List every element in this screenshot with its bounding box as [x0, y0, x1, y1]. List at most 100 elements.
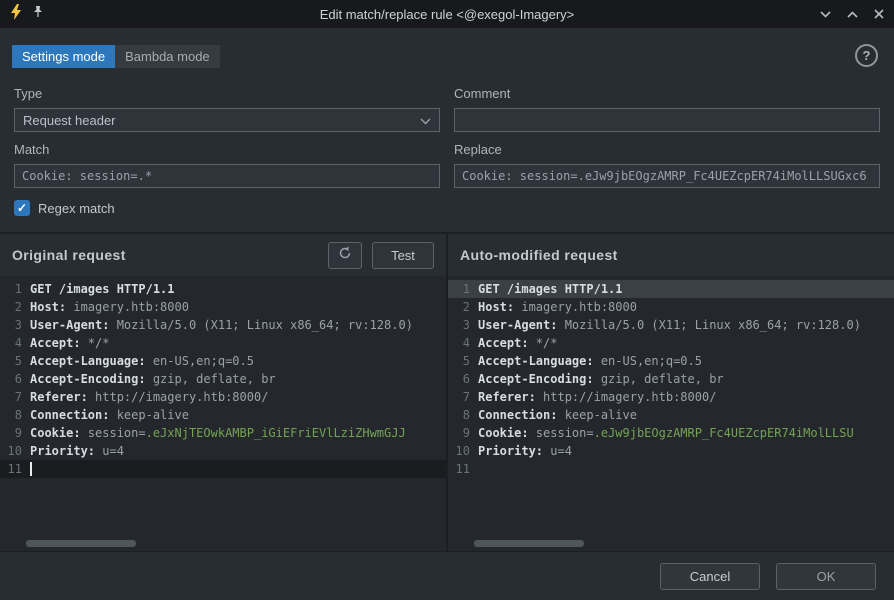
dialog-title: Edit match/replace rule <@exegol-Imagery… [0, 7, 894, 22]
match-input[interactable] [14, 164, 440, 188]
lightning-bolt-icon [10, 4, 22, 25]
line-content: User-Agent: Mozilla/5.0 (X11; Linux x86_… [478, 318, 894, 332]
cancel-button[interactable]: Cancel [660, 563, 760, 590]
request-line: 7Referer: http://imagery.htb:8000/ [0, 388, 446, 406]
request-line: 2Host: imagery.htb:8000 [448, 298, 894, 316]
line-number: 10 [0, 444, 30, 458]
line-number: 8 [448, 408, 478, 422]
request-line: 3User-Agent: Mozilla/5.0 (X11; Linux x86… [0, 316, 446, 334]
pin-icon[interactable] [32, 5, 44, 23]
test-button[interactable]: Test [372, 242, 434, 269]
regex-match-row: ✓ Regex match [0, 200, 894, 216]
line-number: 5 [448, 354, 478, 368]
comment-label: Comment [454, 86, 880, 101]
request-line: 9Cookie: session=.eJxNjTEOwkAMBP_iGiEFri… [0, 424, 446, 442]
modified-request-header: Auto-modified request [448, 234, 894, 276]
line-number: 4 [448, 336, 478, 350]
line-content: Cookie: session=.eJxNjTEOwkAMBP_iGiEFriE… [30, 426, 446, 440]
line-content: Cookie: session=.eJw9jbEOgzAMRP_Fc4UEZcp… [478, 426, 894, 440]
original-request-pane: Original request Test 1GET /images HTTP/… [0, 234, 448, 551]
request-line: 10Priority: u=4 [0, 442, 446, 460]
request-line: 4Accept: */* [448, 334, 894, 352]
line-content: Accept-Language: en-US,en;q=0.5 [30, 354, 446, 368]
line-content: Priority: u=4 [478, 444, 894, 458]
request-line: 8Connection: keep-alive [448, 406, 894, 424]
line-number: 9 [0, 426, 30, 440]
regex-match-checkbox[interactable]: ✓ [14, 200, 30, 216]
request-line: 8Connection: keep-alive [0, 406, 446, 424]
modified-request-editor[interactable]: 1GET /images HTTP/1.12Host: imagery.htb:… [448, 276, 894, 537]
chevron-down-icon[interactable] [820, 11, 831, 18]
match-field: Match [14, 142, 440, 188]
line-number: 11 [448, 462, 478, 476]
original-request-editor[interactable]: 1GET /images HTTP/1.12Host: imagery.htb:… [0, 276, 446, 537]
line-number: 10 [448, 444, 478, 458]
request-line: 11 [448, 460, 894, 478]
replace-label: Replace [454, 142, 880, 157]
rule-form: Type Request header Comment Match Replac… [0, 86, 894, 188]
line-number: 11 [0, 462, 30, 476]
request-line: 5Accept-Language: en-US,en;q=0.5 [0, 352, 446, 370]
line-content: Host: imagery.htb:8000 [30, 300, 446, 314]
line-number: 6 [0, 372, 30, 386]
original-hscrollbar [0, 537, 446, 551]
request-line: 10Priority: u=4 [448, 442, 894, 460]
line-content: Priority: u=4 [30, 444, 446, 458]
line-number: 6 [448, 372, 478, 386]
line-number: 2 [448, 300, 478, 314]
titlebar: Edit match/replace rule <@exegol-Imagery… [0, 0, 894, 28]
request-line: 3User-Agent: Mozilla/5.0 (X11; Linux x86… [448, 316, 894, 334]
request-line: 5Accept-Language: en-US,en;q=0.5 [448, 352, 894, 370]
modified-request-pane: Auto-modified request 1GET /images HTTP/… [448, 234, 894, 551]
tab-settings-mode[interactable]: Settings mode [12, 45, 115, 68]
line-number: 2 [0, 300, 30, 314]
line-number: 8 [0, 408, 30, 422]
modified-request-title: Auto-modified request [460, 247, 882, 263]
request-line: 6Accept-Encoding: gzip, deflate, br [0, 370, 446, 388]
ok-button[interactable]: OK [776, 563, 876, 590]
tab-bambda-mode[interactable]: Bambda mode [115, 45, 220, 68]
request-line: 2Host: imagery.htb:8000 [0, 298, 446, 316]
line-number: 9 [448, 426, 478, 440]
type-select-value: Request header [23, 113, 116, 128]
line-content: Referer: http://imagery.htb:8000/ [478, 390, 894, 404]
line-content: Accept: */* [478, 336, 894, 350]
chevron-up-icon[interactable] [847, 11, 858, 18]
line-content: User-Agent: Mozilla/5.0 (X11; Linux x86_… [30, 318, 446, 332]
type-select[interactable]: Request header [14, 108, 440, 132]
line-content: Accept-Encoding: gzip, deflate, br [30, 372, 446, 386]
request-line: 4Accept: */* [0, 334, 446, 352]
request-line: 9Cookie: session=.eJw9jbEOgzAMRP_Fc4UEZc… [448, 424, 894, 442]
refresh-icon [338, 246, 352, 265]
modified-hscrollbar-thumb[interactable] [474, 540, 584, 547]
line-number: 7 [448, 390, 478, 404]
request-line: 6Accept-Encoding: gzip, deflate, br [448, 370, 894, 388]
line-number: 4 [0, 336, 30, 350]
comment-input[interactable] [454, 108, 880, 132]
original-request-title: Original request [12, 247, 318, 263]
line-content: GET /images HTTP/1.1 [478, 282, 894, 296]
line-content [30, 462, 446, 477]
line-number: 5 [0, 354, 30, 368]
line-content: Accept: */* [30, 336, 446, 350]
line-content: Host: imagery.htb:8000 [478, 300, 894, 314]
request-line: 1GET /images HTTP/1.1 [448, 280, 894, 298]
comment-field: Comment [454, 86, 880, 132]
line-number: 3 [448, 318, 478, 332]
line-number: 7 [0, 390, 30, 404]
text-caret [30, 462, 32, 476]
type-label: Type [14, 86, 440, 101]
line-content: Referer: http://imagery.htb:8000/ [30, 390, 446, 404]
line-content: GET /images HTTP/1.1 [30, 282, 446, 296]
match-label: Match [14, 142, 440, 157]
replace-input[interactable] [454, 164, 880, 188]
refresh-button[interactable] [328, 242, 362, 269]
original-hscrollbar-thumb[interactable] [26, 540, 136, 547]
help-icon[interactable]: ? [855, 44, 878, 67]
line-number: 3 [0, 318, 30, 332]
line-number: 1 [448, 282, 478, 296]
request-preview: Original request Test 1GET /images HTTP/… [0, 232, 894, 551]
dialog-footer: Cancel OK [0, 551, 894, 600]
request-line: 1GET /images HTTP/1.1 [0, 280, 446, 298]
close-icon[interactable] [874, 9, 884, 19]
